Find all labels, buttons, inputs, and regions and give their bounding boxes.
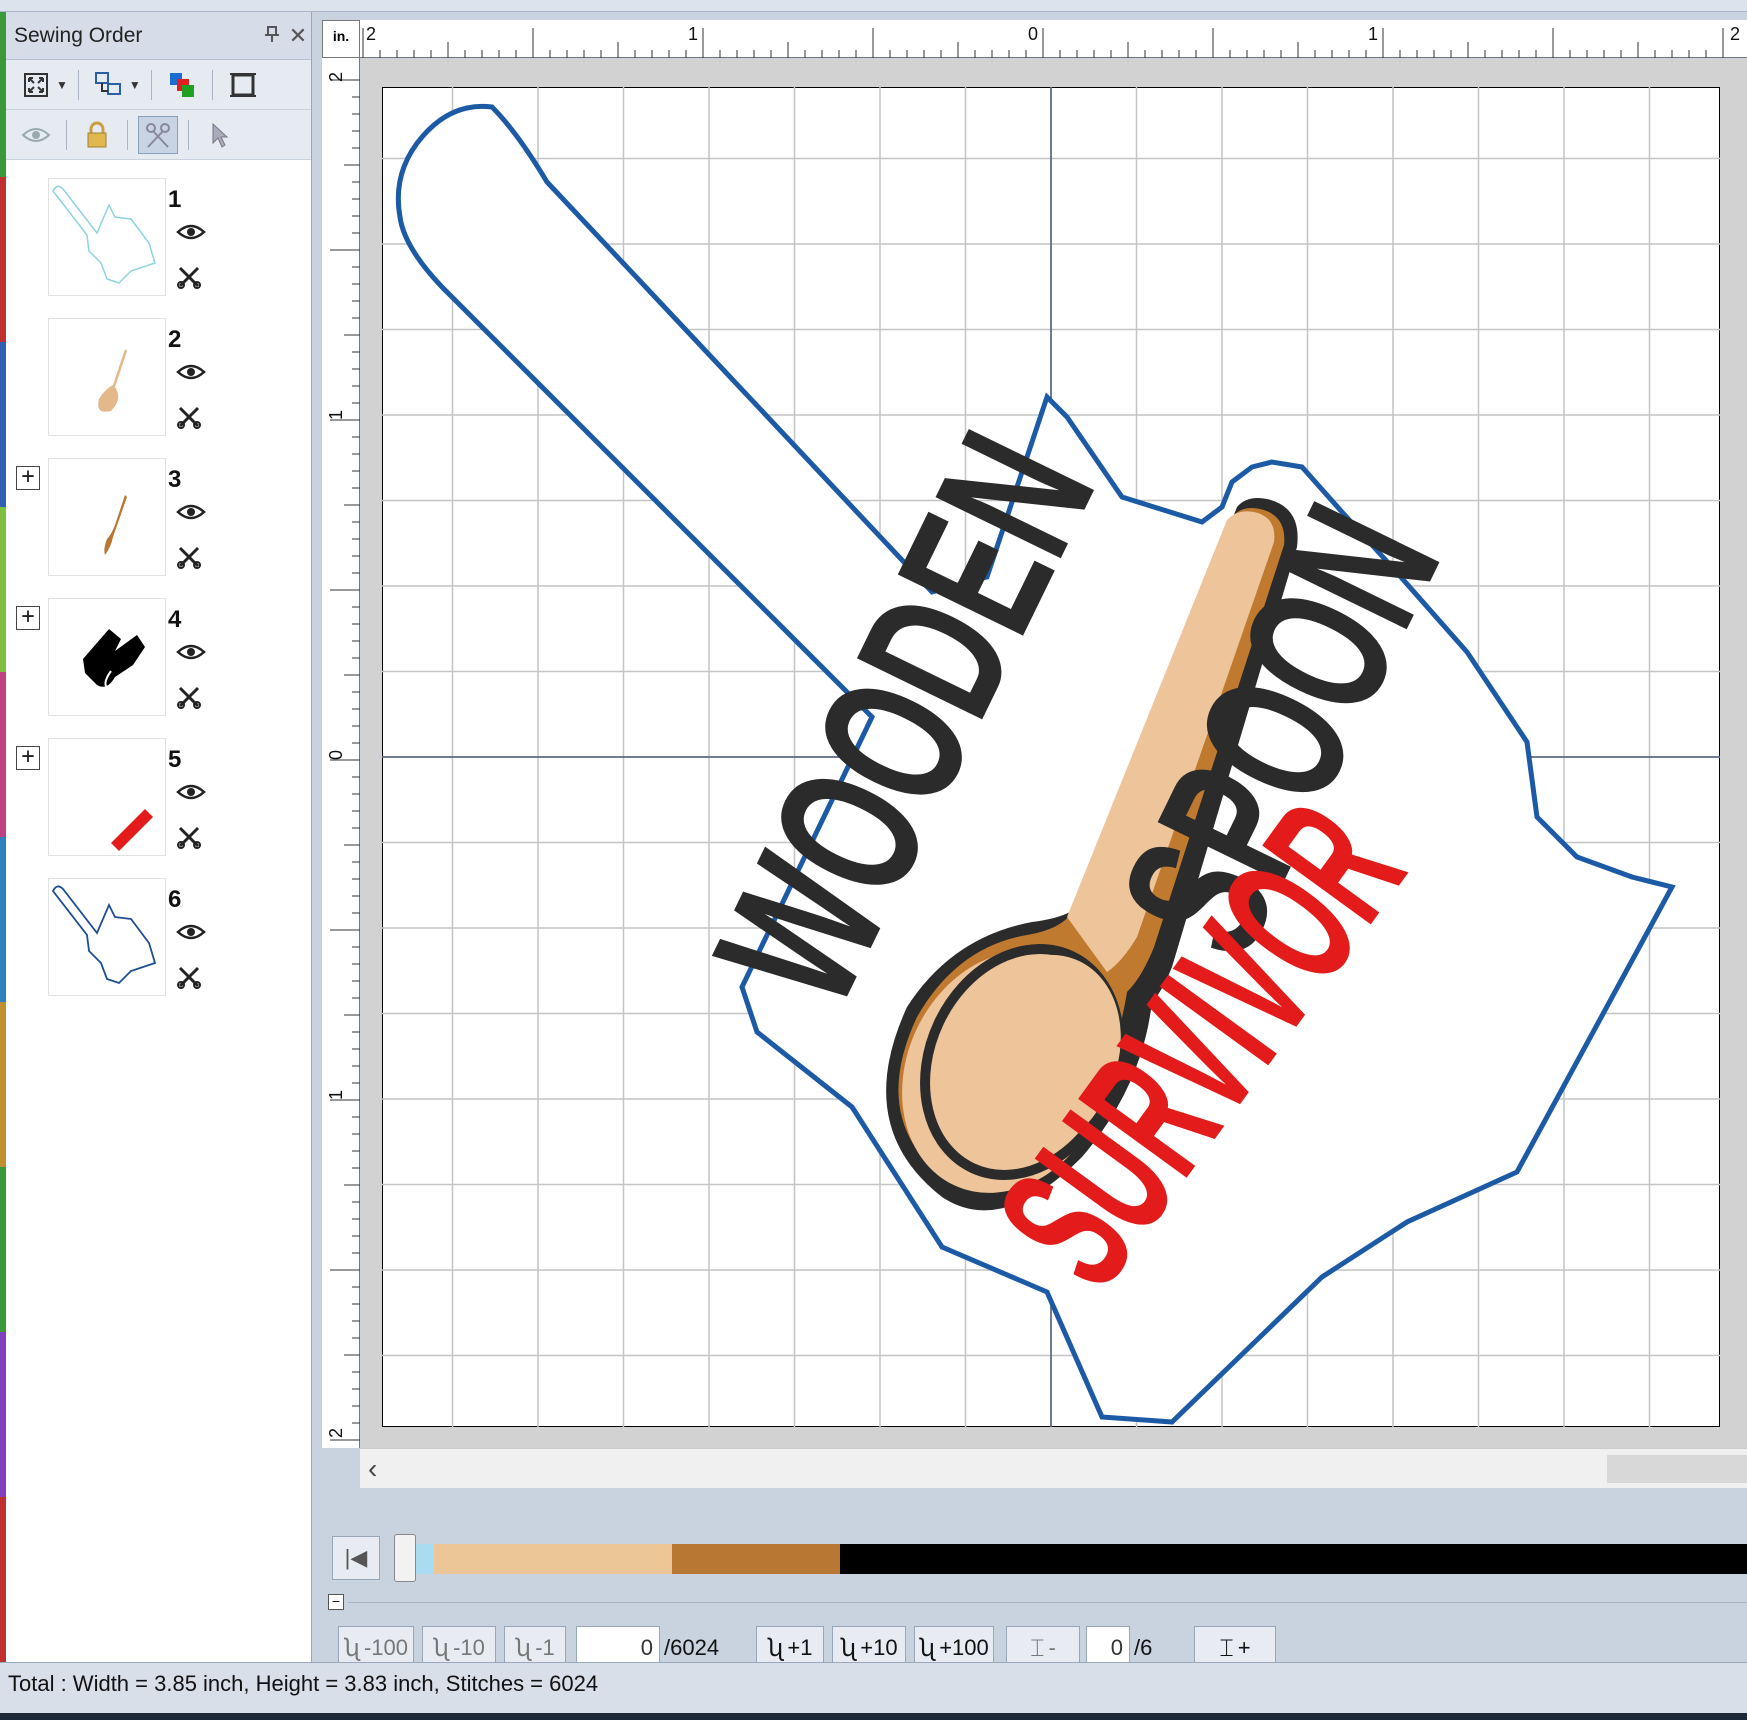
ruler-unit: in. xyxy=(322,20,360,58)
ruler-label: 1 xyxy=(326,1090,346,1100)
needle-icon: ʯ xyxy=(433,1634,450,1662)
toolbar-separator xyxy=(211,69,213,100)
item-number: 6 xyxy=(168,886,182,913)
ruler-label: 1 xyxy=(688,24,698,44)
scissors-icon[interactable] xyxy=(176,964,202,995)
frame-icon: ⌶ xyxy=(1030,1634,1045,1662)
eye-icon[interactable] xyxy=(176,922,206,947)
ruler-label: 0 xyxy=(326,750,346,760)
expand-toggle[interactable]: + xyxy=(16,746,40,770)
horizontal-ruler: 2 1 0 1 2 xyxy=(360,20,1747,58)
item-thumbnail xyxy=(48,738,166,856)
scroll-left-icon[interactable]: ‹ xyxy=(368,1453,377,1485)
needle-icon: ʯ xyxy=(919,1634,936,1662)
horizontal-scrollbar[interactable]: ‹ xyxy=(360,1448,1747,1488)
pin-icon[interactable] xyxy=(259,23,285,49)
list-item[interactable]: + 3 xyxy=(6,456,306,582)
divider xyxy=(348,1602,1747,1603)
item-number: 2 xyxy=(168,326,182,353)
stitch-color-bar: |◀ xyxy=(332,1532,1747,1584)
group-order-button[interactable] xyxy=(89,66,129,104)
design-canvas[interactable]: WOODEN SPOON SURVIVOR xyxy=(382,87,1720,1427)
expand-toggle[interactable]: + xyxy=(16,466,40,490)
panel-header: Sewing Order ✕ xyxy=(6,12,311,60)
go-to-start-button[interactable]: |◀ xyxy=(332,1536,380,1580)
needle-icon: ʯ xyxy=(515,1634,532,1662)
scissors-icon[interactable] xyxy=(176,404,202,435)
collapse-toggle[interactable]: − xyxy=(328,1594,344,1610)
eye-icon[interactable] xyxy=(176,782,206,807)
ruler-label: 1 xyxy=(1368,24,1378,44)
eye-icon[interactable] xyxy=(176,642,206,667)
close-icon[interactable]: ✕ xyxy=(285,23,311,49)
needle-icon: ʯ xyxy=(840,1634,857,1662)
scissors-icon[interactable] xyxy=(176,544,202,575)
eye-icon[interactable] xyxy=(176,502,206,527)
eye-icon[interactable] xyxy=(176,222,206,247)
scissors-icon[interactable] xyxy=(176,684,202,715)
item-number: 4 xyxy=(168,606,182,633)
panel-toolbar-1: ▼ ▼ xyxy=(6,60,311,110)
ruler-label: 1 xyxy=(326,410,346,420)
item-thumbnail xyxy=(48,598,166,716)
color-segment xyxy=(840,1544,1747,1574)
sewing-order-panel: Sewing Order ✕ ▼ ▼ 1 2 + 3 + 4 + 5 6 xyxy=(6,12,312,1662)
status-bar: Total : Width = 3.85 inch, Height = 3.83… xyxy=(0,1662,1747,1720)
list-item[interactable]: 6 xyxy=(6,876,306,1002)
list-item[interactable]: 2 xyxy=(6,316,306,442)
toolbar-separator xyxy=(127,119,128,150)
item-thumbnail xyxy=(48,458,166,576)
item-thumbnail xyxy=(48,178,166,296)
toolbar-separator xyxy=(77,69,79,100)
item-number: 5 xyxy=(168,746,182,773)
scrollbar-thumb[interactable] xyxy=(1607,1455,1747,1483)
color-segment xyxy=(434,1544,673,1574)
panel-title: Sewing Order xyxy=(14,23,143,47)
eye-icon[interactable] xyxy=(176,362,206,387)
frame-icon: ⌶ xyxy=(1219,1634,1234,1662)
status-text: Total : Width = 3.85 inch, Height = 3.83… xyxy=(8,1671,599,1696)
ruler-label: 0 xyxy=(1028,24,1038,44)
item-number: 3 xyxy=(168,466,182,493)
taskbar-edge xyxy=(0,1713,1747,1720)
list-item[interactable]: 1 xyxy=(6,176,306,302)
ruler-label: 2 xyxy=(366,24,376,44)
scissors-icon[interactable] xyxy=(176,264,202,295)
toolbar-separator xyxy=(188,119,189,150)
frame-icon[interactable] xyxy=(223,66,263,104)
list-item[interactable]: + 5 xyxy=(6,736,306,862)
item-number: 1 xyxy=(168,186,182,213)
scissors-icon[interactable] xyxy=(176,824,202,855)
vertical-ruler: 2 1 0 1 2 xyxy=(322,58,360,1458)
eye-icon[interactable] xyxy=(16,116,56,154)
needle-icon: ʯ xyxy=(344,1634,360,1662)
color-sort-button[interactable] xyxy=(162,66,202,104)
color-track[interactable] xyxy=(402,1544,1747,1574)
design-workspace: in. 2 1 0 1 2 2 1 0 1 2 WOODEN SPOON SUR… xyxy=(312,12,1747,1670)
item-thumbnail xyxy=(48,318,166,436)
top-toolbar-edge xyxy=(0,0,1747,12)
color-segment xyxy=(672,1544,841,1574)
item-thumbnail xyxy=(48,878,166,996)
needle-icon: ʯ xyxy=(767,1634,784,1662)
ruler-label: 2 xyxy=(326,1428,346,1438)
toolbar-separator xyxy=(66,119,67,150)
list-item[interactable]: + 4 xyxy=(6,596,306,722)
ruler-label: 2 xyxy=(1730,24,1740,44)
expand-toggle[interactable]: + xyxy=(16,606,40,630)
chevron-down-icon[interactable]: ▼ xyxy=(56,78,68,92)
panel-toolbar-2 xyxy=(6,110,311,160)
app-window: Sewing Order ✕ ▼ ▼ 1 2 + 3 + 4 + 5 6 in.… xyxy=(0,0,1747,1720)
ruler-label: 2 xyxy=(326,72,346,82)
lock-icon[interactable] xyxy=(77,116,117,154)
scissors-icon[interactable] xyxy=(138,115,178,154)
fit-view-button[interactable] xyxy=(16,66,56,104)
chevron-down-icon[interactable]: ▼ xyxy=(129,78,141,92)
pointer-icon[interactable] xyxy=(199,116,239,154)
stitch-slider-handle[interactable] xyxy=(394,1534,416,1582)
toolbar-separator xyxy=(150,69,152,100)
